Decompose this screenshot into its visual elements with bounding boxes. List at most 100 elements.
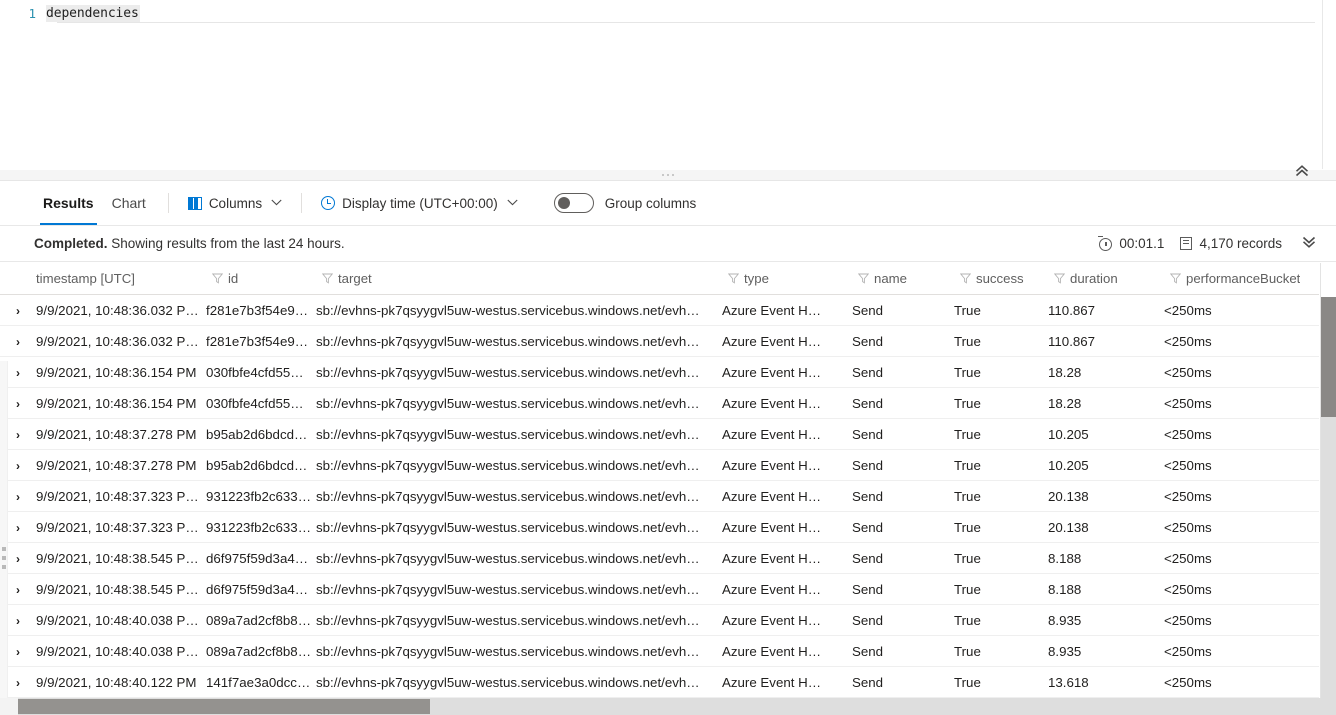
table-row[interactable]: › 9/9/2021, 10:48:37.323 P… 931223fb2c633…… bbox=[0, 511, 1319, 543]
column-header-success[interactable]: success bbox=[954, 263, 1048, 295]
kusto-query-page: 1 dependencies Results Chart Columns Dis… bbox=[0, 0, 1336, 715]
chevron-right-icon: › bbox=[16, 303, 20, 318]
scrollbar-corner bbox=[1320, 698, 1336, 715]
table-row[interactable]: › 9/9/2021, 10:48:37.323 P… 931223fb2c633…… bbox=[0, 480, 1319, 512]
elapsed-time-value: 00:01.1 bbox=[1119, 236, 1165, 251]
cell-name: Send bbox=[852, 325, 954, 357]
filter-icon-type[interactable] bbox=[852, 273, 874, 284]
cell-duration: 10.205 bbox=[1048, 449, 1164, 481]
chevron-right-icon: › bbox=[16, 520, 20, 535]
column-header-id[interactable]: id bbox=[206, 263, 316, 295]
cell-id: d6f975f59d3a4… bbox=[206, 542, 316, 574]
chevron-right-icon: › bbox=[16, 427, 20, 442]
cell-target: sb://evhns-pk7qsyygvl5uw-westus.serviceb… bbox=[316, 356, 722, 388]
column-header-duration-label: duration bbox=[1070, 271, 1118, 286]
cell-timestamp: 9/9/2021, 10:48:36.032 P… bbox=[36, 325, 206, 357]
cell-success: True bbox=[954, 418, 1048, 450]
query-editor[interactable]: 1 dependencies bbox=[0, 0, 1336, 170]
records-value: 4,170 records bbox=[1199, 236, 1282, 251]
cell-type: Azure Event H… bbox=[722, 511, 852, 543]
column-header-timestamp[interactable]: timestamp [UTC] bbox=[36, 263, 206, 295]
filter-icon-id[interactable] bbox=[316, 273, 338, 284]
table-row[interactable]: › 9/9/2021, 10:48:37.278 PM b95ab2d6bdcd… s… bbox=[0, 449, 1319, 481]
table-row[interactable]: › 9/9/2021, 10:48:38.545 P… d6f975f59d3a4…… bbox=[0, 542, 1319, 574]
column-header-type[interactable]: type bbox=[722, 263, 852, 295]
column-header-type-label: type bbox=[744, 271, 769, 286]
expand-details-chevron-icon[interactable] bbox=[1302, 236, 1316, 251]
filter-icon-success[interactable] bbox=[1048, 273, 1070, 284]
splitter-grip-icon bbox=[662, 174, 674, 176]
toggle-switch[interactable] bbox=[553, 193, 594, 213]
left-pane-splitter[interactable] bbox=[0, 361, 8, 715]
cell-success: True bbox=[954, 542, 1048, 574]
table-row[interactable]: › 9/9/2021, 10:48:40.038 P… 089a7ad2cf8b8…… bbox=[0, 635, 1319, 667]
filter-icon-name[interactable] bbox=[954, 273, 976, 284]
cell-performanceBucket: <250ms bbox=[1164, 418, 1319, 450]
chevron-right-icon: › bbox=[16, 489, 20, 504]
header-expander-spacer bbox=[0, 263, 36, 295]
editor-line-underline bbox=[57, 22, 1315, 23]
tab-results-label: Results bbox=[43, 195, 94, 211]
cell-type: Azure Event H… bbox=[722, 604, 852, 636]
chevron-right-icon: › bbox=[16, 458, 20, 473]
row-expand-chevron-icon[interactable]: › bbox=[0, 325, 36, 357]
table-row[interactable]: › 9/9/2021, 10:48:36.154 PM 030fbfe4cfd55…… bbox=[0, 356, 1319, 388]
cell-name: Send bbox=[852, 387, 954, 419]
editor-line[interactable]: 1 dependencies bbox=[0, 3, 1336, 24]
results-table-head: timestamp [UTC] id target type name succ… bbox=[0, 263, 1319, 295]
table-row[interactable]: › 9/9/2021, 10:48:37.278 PM b95ab2d6bdcd… s… bbox=[0, 418, 1319, 450]
chevron-right-icon: › bbox=[16, 644, 20, 659]
chevron-double-up-icon bbox=[1295, 165, 1309, 177]
column-header-duration[interactable]: duration bbox=[1048, 263, 1164, 295]
status-state: Completed. bbox=[34, 236, 108, 251]
tab-chart-label: Chart bbox=[111, 195, 146, 211]
filter-icon-target[interactable] bbox=[722, 273, 744, 284]
table-row[interactable]: › 9/9/2021, 10:48:36.032 P… f281e7b3f54e9…… bbox=[0, 294, 1319, 326]
tab-chart[interactable]: Chart bbox=[103, 181, 155, 225]
table-row[interactable]: › 9/9/2021, 10:48:36.032 P… f281e7b3f54e9…… bbox=[0, 325, 1319, 357]
cell-id: b95ab2d6bdcd… bbox=[206, 418, 316, 450]
results-horizontal-scrollbar[interactable] bbox=[0, 698, 1320, 715]
chevron-right-icon: › bbox=[16, 334, 20, 349]
horizontal-scrollbar-thumb[interactable] bbox=[18, 699, 430, 714]
results-vertical-scrollbar[interactable] bbox=[1320, 263, 1336, 698]
row-expand-chevron-icon[interactable]: › bbox=[0, 294, 36, 326]
cell-duration: 20.138 bbox=[1048, 480, 1164, 512]
results-table-scroll-region[interactable]: timestamp [UTC] id target type name succ… bbox=[0, 263, 1336, 715]
cell-target: sb://evhns-pk7qsyygvl5uw-westus.serviceb… bbox=[316, 542, 722, 574]
column-header-success-label: success bbox=[976, 271, 1024, 286]
cell-performanceBucket: <250ms bbox=[1164, 480, 1319, 512]
chevron-right-icon: › bbox=[16, 613, 20, 628]
tab-results[interactable]: Results bbox=[34, 181, 103, 225]
filter-icon-duration[interactable] bbox=[1164, 273, 1186, 284]
column-header-performancebucket[interactable]: performanceBucket bbox=[1164, 263, 1319, 295]
vertical-scrollbar-thumb[interactable] bbox=[1321, 297, 1336, 417]
cell-target: sb://evhns-pk7qsyygvl5uw-westus.serviceb… bbox=[316, 604, 722, 636]
pane-splitter[interactable] bbox=[0, 170, 1336, 180]
table-row[interactable]: › 9/9/2021, 10:48:36.154 PM 030fbfe4cfd55…… bbox=[0, 387, 1319, 419]
query-text[interactable]: dependencies bbox=[46, 5, 140, 22]
status-metrics: 00:01.1 4,170 records bbox=[1098, 235, 1316, 251]
columns-icon bbox=[187, 196, 202, 210]
column-header-target[interactable]: target bbox=[316, 263, 722, 295]
filter-icon-timestamp[interactable] bbox=[206, 273, 228, 284]
cell-duration: 8.935 bbox=[1048, 604, 1164, 636]
cell-success: True bbox=[954, 449, 1048, 481]
table-row[interactable]: › 9/9/2021, 10:48:40.122 PM 141f7ae3a0dcc1… bbox=[0, 666, 1319, 698]
toolbar-divider bbox=[167, 193, 169, 213]
records-icon bbox=[1180, 237, 1193, 250]
editor-scrollbar[interactable] bbox=[1322, 0, 1336, 169]
cell-success: True bbox=[954, 480, 1048, 512]
columns-button[interactable]: Columns bbox=[182, 188, 288, 218]
chevron-right-icon: › bbox=[16, 582, 20, 597]
table-row[interactable]: › 9/9/2021, 10:48:38.545 P… d6f975f59d3a4…… bbox=[0, 573, 1319, 605]
cell-timestamp: 9/9/2021, 10:48:40.038 P… bbox=[36, 604, 206, 636]
status-detail: Showing results from the last 24 hours. bbox=[111, 236, 345, 251]
cell-name: Send bbox=[852, 635, 954, 667]
column-header-name[interactable]: name bbox=[852, 263, 954, 295]
cell-performanceBucket: <250ms bbox=[1164, 387, 1319, 419]
cell-type: Azure Event H… bbox=[722, 573, 852, 605]
display-time-button[interactable]: Display time (UTC+00:00) bbox=[315, 188, 524, 218]
table-row[interactable]: › 9/9/2021, 10:48:40.038 P… 089a7ad2cf8b8…… bbox=[0, 604, 1319, 636]
group-columns-toggle[interactable]: Group columns bbox=[553, 193, 696, 213]
